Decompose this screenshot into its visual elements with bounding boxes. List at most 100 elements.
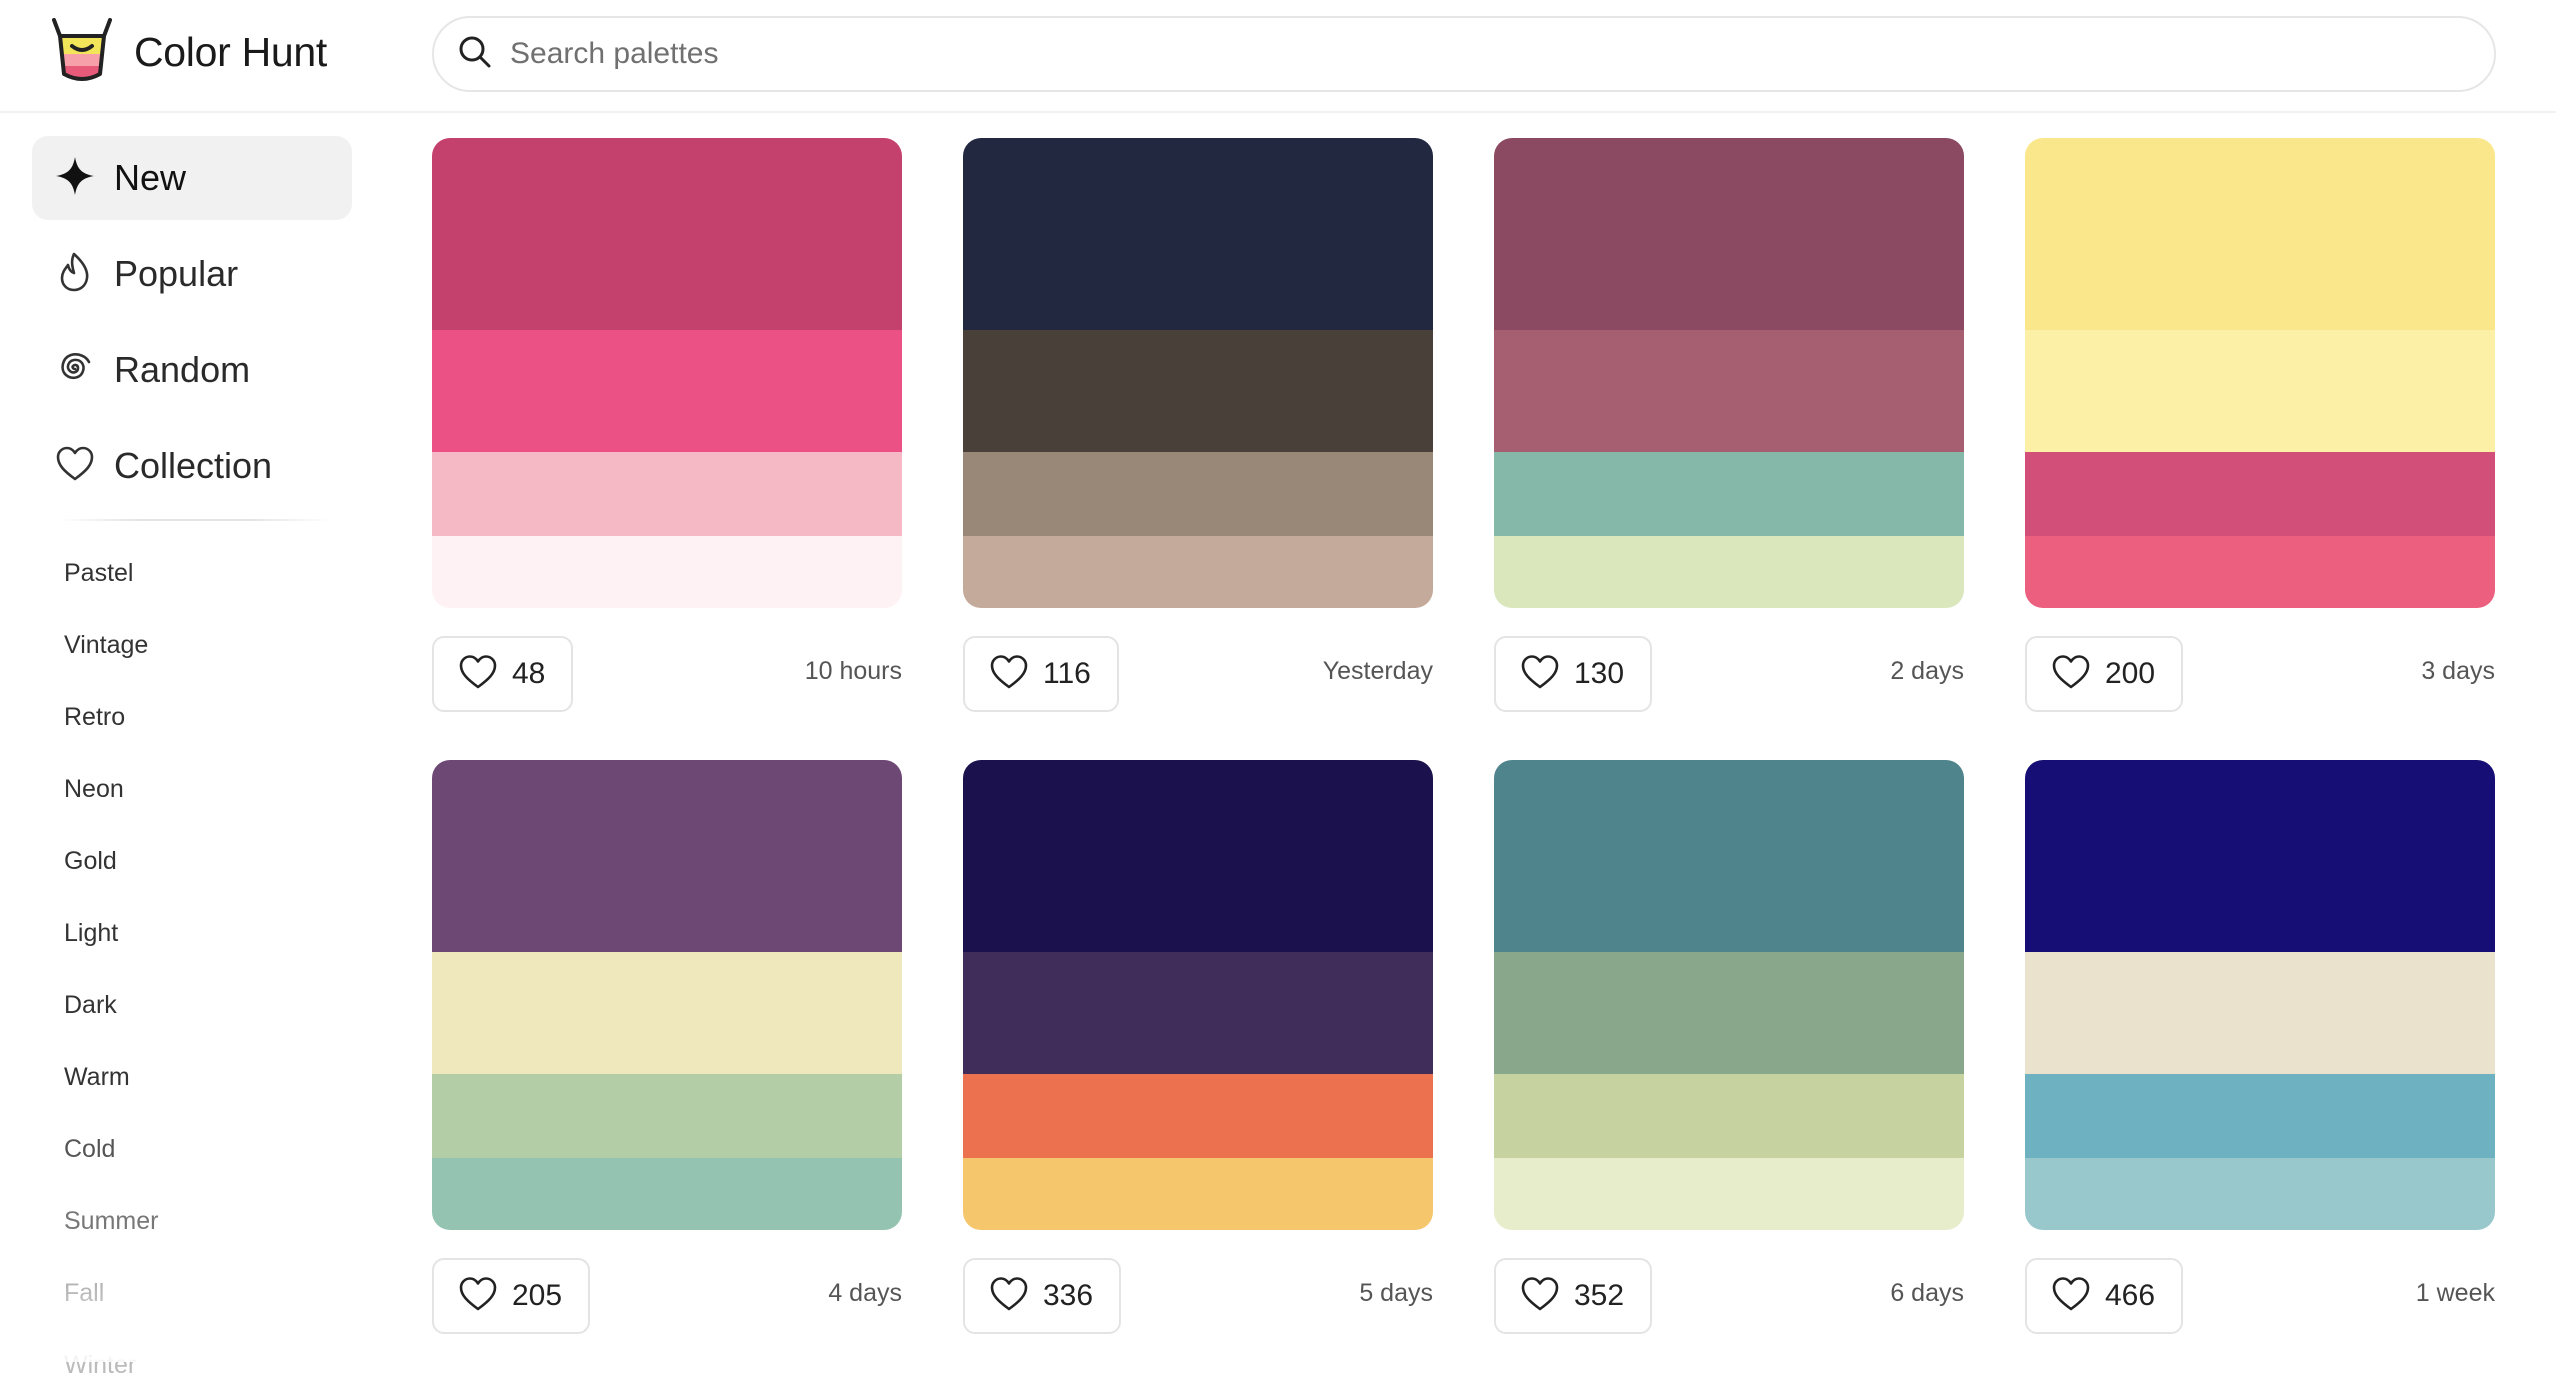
color-swatch[interactable]: [432, 1158, 902, 1230]
color-swatch[interactable]: [1494, 1074, 1964, 1158]
heart-icon: [2051, 652, 2091, 697]
like-button[interactable]: 48: [432, 636, 574, 712]
palette-time: Yesterday: [1322, 657, 1433, 685]
color-swatch[interactable]: [432, 330, 902, 452]
palette-time: 3 days: [2421, 657, 2495, 685]
color-swatch[interactable]: [963, 330, 1433, 452]
like-count: 336: [1043, 1279, 1094, 1312]
like-count: 48: [512, 657, 546, 690]
like-count: 205: [512, 1279, 563, 1312]
palette-time: 10 hours: [804, 657, 902, 685]
palette-swatches[interactable]: [2025, 760, 2495, 1230]
color-swatch[interactable]: [2025, 952, 2495, 1074]
heart-icon: [1520, 652, 1560, 697]
like-button[interactable]: 200: [2025, 636, 2184, 712]
palette-swatches[interactable]: [432, 760, 902, 1230]
tag-winter[interactable]: Winter: [64, 1351, 136, 1380]
palette-swatches[interactable]: [1494, 138, 1964, 608]
tag-dark[interactable]: Dark: [64, 991, 117, 1020]
palette-swatches[interactable]: [963, 138, 1433, 608]
color-swatch[interactable]: [1494, 330, 1964, 452]
like-button[interactable]: 352: [1494, 1258, 1653, 1334]
color-swatch[interactable]: [432, 536, 902, 608]
color-swatch[interactable]: [963, 1158, 1433, 1230]
tag-retro[interactable]: Retro: [64, 703, 125, 732]
heart-icon: [989, 652, 1029, 697]
palette-swatches[interactable]: [963, 760, 1433, 1230]
search-bar[interactable]: [432, 16, 2496, 92]
heart-icon: [458, 1274, 498, 1319]
heart-icon: [54, 443, 96, 490]
sidebar: New Popular Random Collection Pastel Vin…: [0, 113, 400, 1379]
nav-label: New: [114, 157, 187, 198]
color-swatch[interactable]: [432, 1074, 902, 1158]
top-header: Color Hunt: [0, 0, 2556, 113]
color-swatch[interactable]: [432, 452, 902, 536]
like-count: 116: [1043, 657, 1091, 690]
color-swatch[interactable]: [963, 1074, 1433, 1158]
palette-time: 1 week: [2415, 1279, 2495, 1307]
heart-icon: [458, 652, 498, 697]
tag-pastel[interactable]: Pastel: [64, 559, 133, 588]
tag-fall[interactable]: Fall: [64, 1279, 104, 1308]
color-swatch[interactable]: [1494, 1158, 1964, 1230]
tag-gold[interactable]: Gold: [64, 847, 117, 876]
tag-cold[interactable]: Cold: [64, 1135, 115, 1164]
search-input[interactable]: [510, 37, 2410, 71]
palette-time: 4 days: [828, 1279, 902, 1307]
tag-vintage[interactable]: Vintage: [64, 631, 148, 660]
tag-neon[interactable]: Neon: [64, 775, 124, 804]
color-swatch[interactable]: [1494, 452, 1964, 536]
like-count: 200: [2105, 657, 2156, 690]
nav-random[interactable]: Random: [32, 328, 352, 412]
color-swatch[interactable]: [2025, 536, 2495, 608]
tag-warm[interactable]: Warm: [64, 1063, 130, 1092]
logo-text: Color Hunt: [134, 28, 327, 75]
logo[interactable]: Color Hunt: [46, 16, 327, 88]
tag-summer[interactable]: Summer: [64, 1207, 158, 1236]
spiral-icon: [54, 347, 96, 394]
color-swatch[interactable]: [432, 952, 902, 1074]
color-swatch[interactable]: [2025, 330, 2495, 452]
heart-icon: [989, 1274, 1029, 1319]
color-swatch[interactable]: [432, 138, 902, 330]
tag-light[interactable]: Light: [64, 919, 118, 948]
color-swatch[interactable]: [2025, 138, 2495, 330]
nav-label: Random: [114, 349, 251, 390]
like-button[interactable]: 130: [1494, 636, 1653, 712]
sparkle-icon: [54, 155, 96, 202]
color-swatch[interactable]: [1494, 536, 1964, 608]
like-button[interactable]: 336: [963, 1258, 1122, 1334]
color-swatch[interactable]: [963, 952, 1433, 1074]
like-button[interactable]: 466: [2025, 1258, 2184, 1334]
color-swatch[interactable]: [963, 138, 1433, 330]
palette-swatches[interactable]: [432, 138, 902, 608]
sidebar-divider: [56, 519, 332, 521]
nav-new[interactable]: New: [32, 136, 352, 220]
color-swatch[interactable]: [963, 452, 1433, 536]
palette-swatches[interactable]: [1494, 760, 1964, 1230]
color-swatch[interactable]: [2025, 760, 2495, 952]
nav-label: Collection: [114, 445, 273, 486]
color-swatch[interactable]: [963, 536, 1433, 608]
heart-icon: [1520, 1274, 1560, 1319]
like-button[interactable]: 205: [432, 1258, 591, 1334]
palette-time: 2 days: [1890, 657, 1964, 685]
sidebar-fade: [0, 1250, 400, 1362]
color-swatch[interactable]: [1494, 760, 1964, 952]
nav-collection[interactable]: Collection: [32, 424, 352, 508]
like-count: 352: [1574, 1279, 1625, 1312]
nav-popular[interactable]: Popular: [32, 232, 352, 316]
color-swatch[interactable]: [963, 760, 1433, 952]
palette-time: 6 days: [1890, 1279, 1964, 1307]
color-swatch[interactable]: [432, 760, 902, 952]
color-swatch[interactable]: [2025, 1074, 2495, 1158]
nav-label: Popular: [114, 253, 239, 294]
like-button[interactable]: 116: [963, 636, 1119, 712]
color-swatch[interactable]: [2025, 1158, 2495, 1230]
logo-icon: [46, 14, 118, 91]
color-swatch[interactable]: [2025, 452, 2495, 536]
color-swatch[interactable]: [1494, 138, 1964, 330]
color-swatch[interactable]: [1494, 952, 1964, 1074]
palette-swatches[interactable]: [2025, 138, 2495, 608]
